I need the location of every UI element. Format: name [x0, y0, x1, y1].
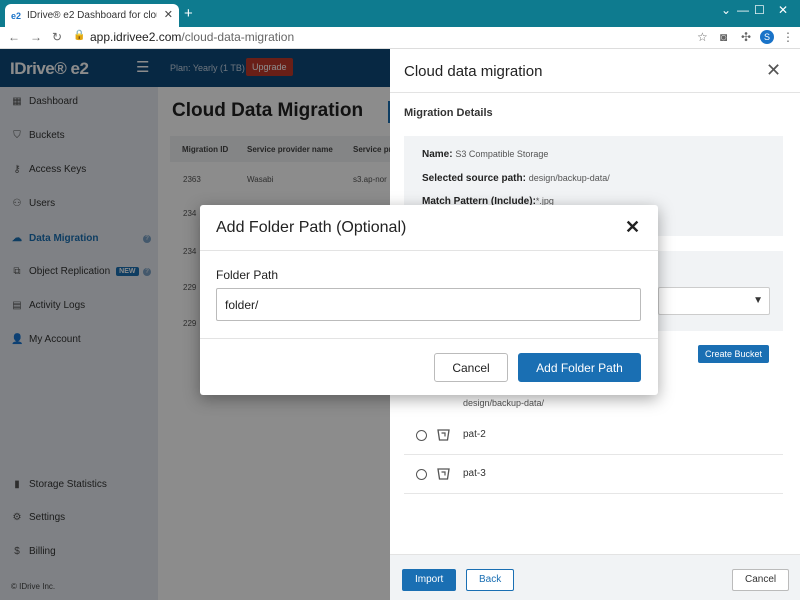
drawer-title: Cloud data migration	[404, 63, 543, 80]
reload-icon[interactable]: ↻	[52, 30, 62, 44]
radio-button[interactable]	[416, 430, 427, 441]
cancel-button[interactable]: Cancel	[732, 569, 790, 591]
bucket-name: pat-2	[463, 429, 486, 440]
star-icon[interactable]: ☆	[697, 30, 708, 44]
close-window-icon[interactable]: ✕	[778, 3, 788, 17]
bucket-name: pat-3	[463, 468, 486, 479]
menu-dots-icon[interactable]: ⋮	[782, 30, 794, 44]
url-domain: app.idrivee2.com	[90, 30, 182, 44]
add-folder-path-dialog: Add Folder Path (Optional) ✕ Folder Path…	[200, 205, 658, 395]
browser-tab-bar: e2 IDrive® e2 Dashboard for cloud ✕ + ⌄ …	[0, 0, 800, 27]
forward-icon[interactable]: →	[30, 30, 42, 44]
tab-title: IDrive® e2 Dashboard for cloud	[27, 10, 158, 21]
detail-label: Name:	[422, 149, 453, 160]
bucket-icon	[437, 429, 450, 441]
drawer-footer: Import Back Cancel	[390, 554, 800, 600]
detail-label: Selected source path:	[422, 173, 526, 184]
detail-value: S3 Compatible Storage	[455, 149, 549, 159]
detail-source: Selected source path: design/backup-data…	[422, 173, 610, 184]
detail-name: Name: S3 Compatible Storage	[422, 149, 548, 160]
maximize-icon[interactable]: ☐	[754, 3, 765, 17]
destination-select[interactable]: ▼	[658, 287, 770, 315]
import-button[interactable]: Import	[402, 569, 457, 591]
detail-value: design/backup-data/	[528, 173, 610, 183]
close-tab-icon[interactable]: ✕	[164, 8, 173, 21]
add-folder-path-button[interactable]: Add Folder Path	[518, 353, 641, 382]
cancel-button[interactable]: Cancel	[434, 353, 508, 382]
bucket-path: design/backup-data/	[463, 398, 545, 408]
close-icon[interactable]: ✕	[625, 217, 640, 238]
extensions-icon[interactable]: ✣	[741, 30, 751, 44]
profile-avatar[interactable]: S	[760, 30, 774, 44]
dialog-title: Add Folder Path (Optional)	[216, 219, 407, 236]
address-bar: ← → ↻ 🔒 app.idrivee2.com/cloud-data-migr…	[0, 27, 800, 49]
list-item[interactable]: pat-2	[404, 417, 783, 455]
section-title: Migration Details	[404, 107, 493, 119]
bucket-icon	[437, 468, 450, 480]
divider	[390, 92, 800, 93]
divider	[200, 250, 658, 251]
folder-path-input[interactable]	[216, 288, 641, 321]
folder-path-label: Folder Path	[216, 268, 279, 282]
list-item[interactable]: pat-3	[404, 456, 783, 494]
back-icon[interactable]: ←	[8, 30, 20, 44]
divider	[200, 338, 658, 339]
lock-icon: 🔒	[73, 30, 86, 41]
url-path: /cloud-data-migration	[181, 30, 295, 44]
chevron-down-icon: ▼	[753, 295, 763, 306]
minimize-icon[interactable]: —	[737, 3, 749, 17]
favicon-icon: e2	[11, 10, 22, 21]
url-field[interactable]: app.idrivee2.com/cloud-data-migration	[90, 30, 294, 44]
expand-icon[interactable]: ⌄	[721, 3, 731, 17]
new-tab-icon[interactable]: +	[184, 5, 193, 22]
camera-icon[interactable]: ◙	[720, 30, 727, 44]
back-button[interactable]: Back	[466, 569, 515, 591]
create-bucket-button[interactable]: Create Bucket	[698, 345, 770, 363]
browser-tab[interactable]: e2 IDrive® e2 Dashboard for cloud ✕	[5, 4, 179, 27]
radio-button[interactable]	[416, 469, 427, 480]
close-icon[interactable]: ✕	[766, 60, 781, 81]
